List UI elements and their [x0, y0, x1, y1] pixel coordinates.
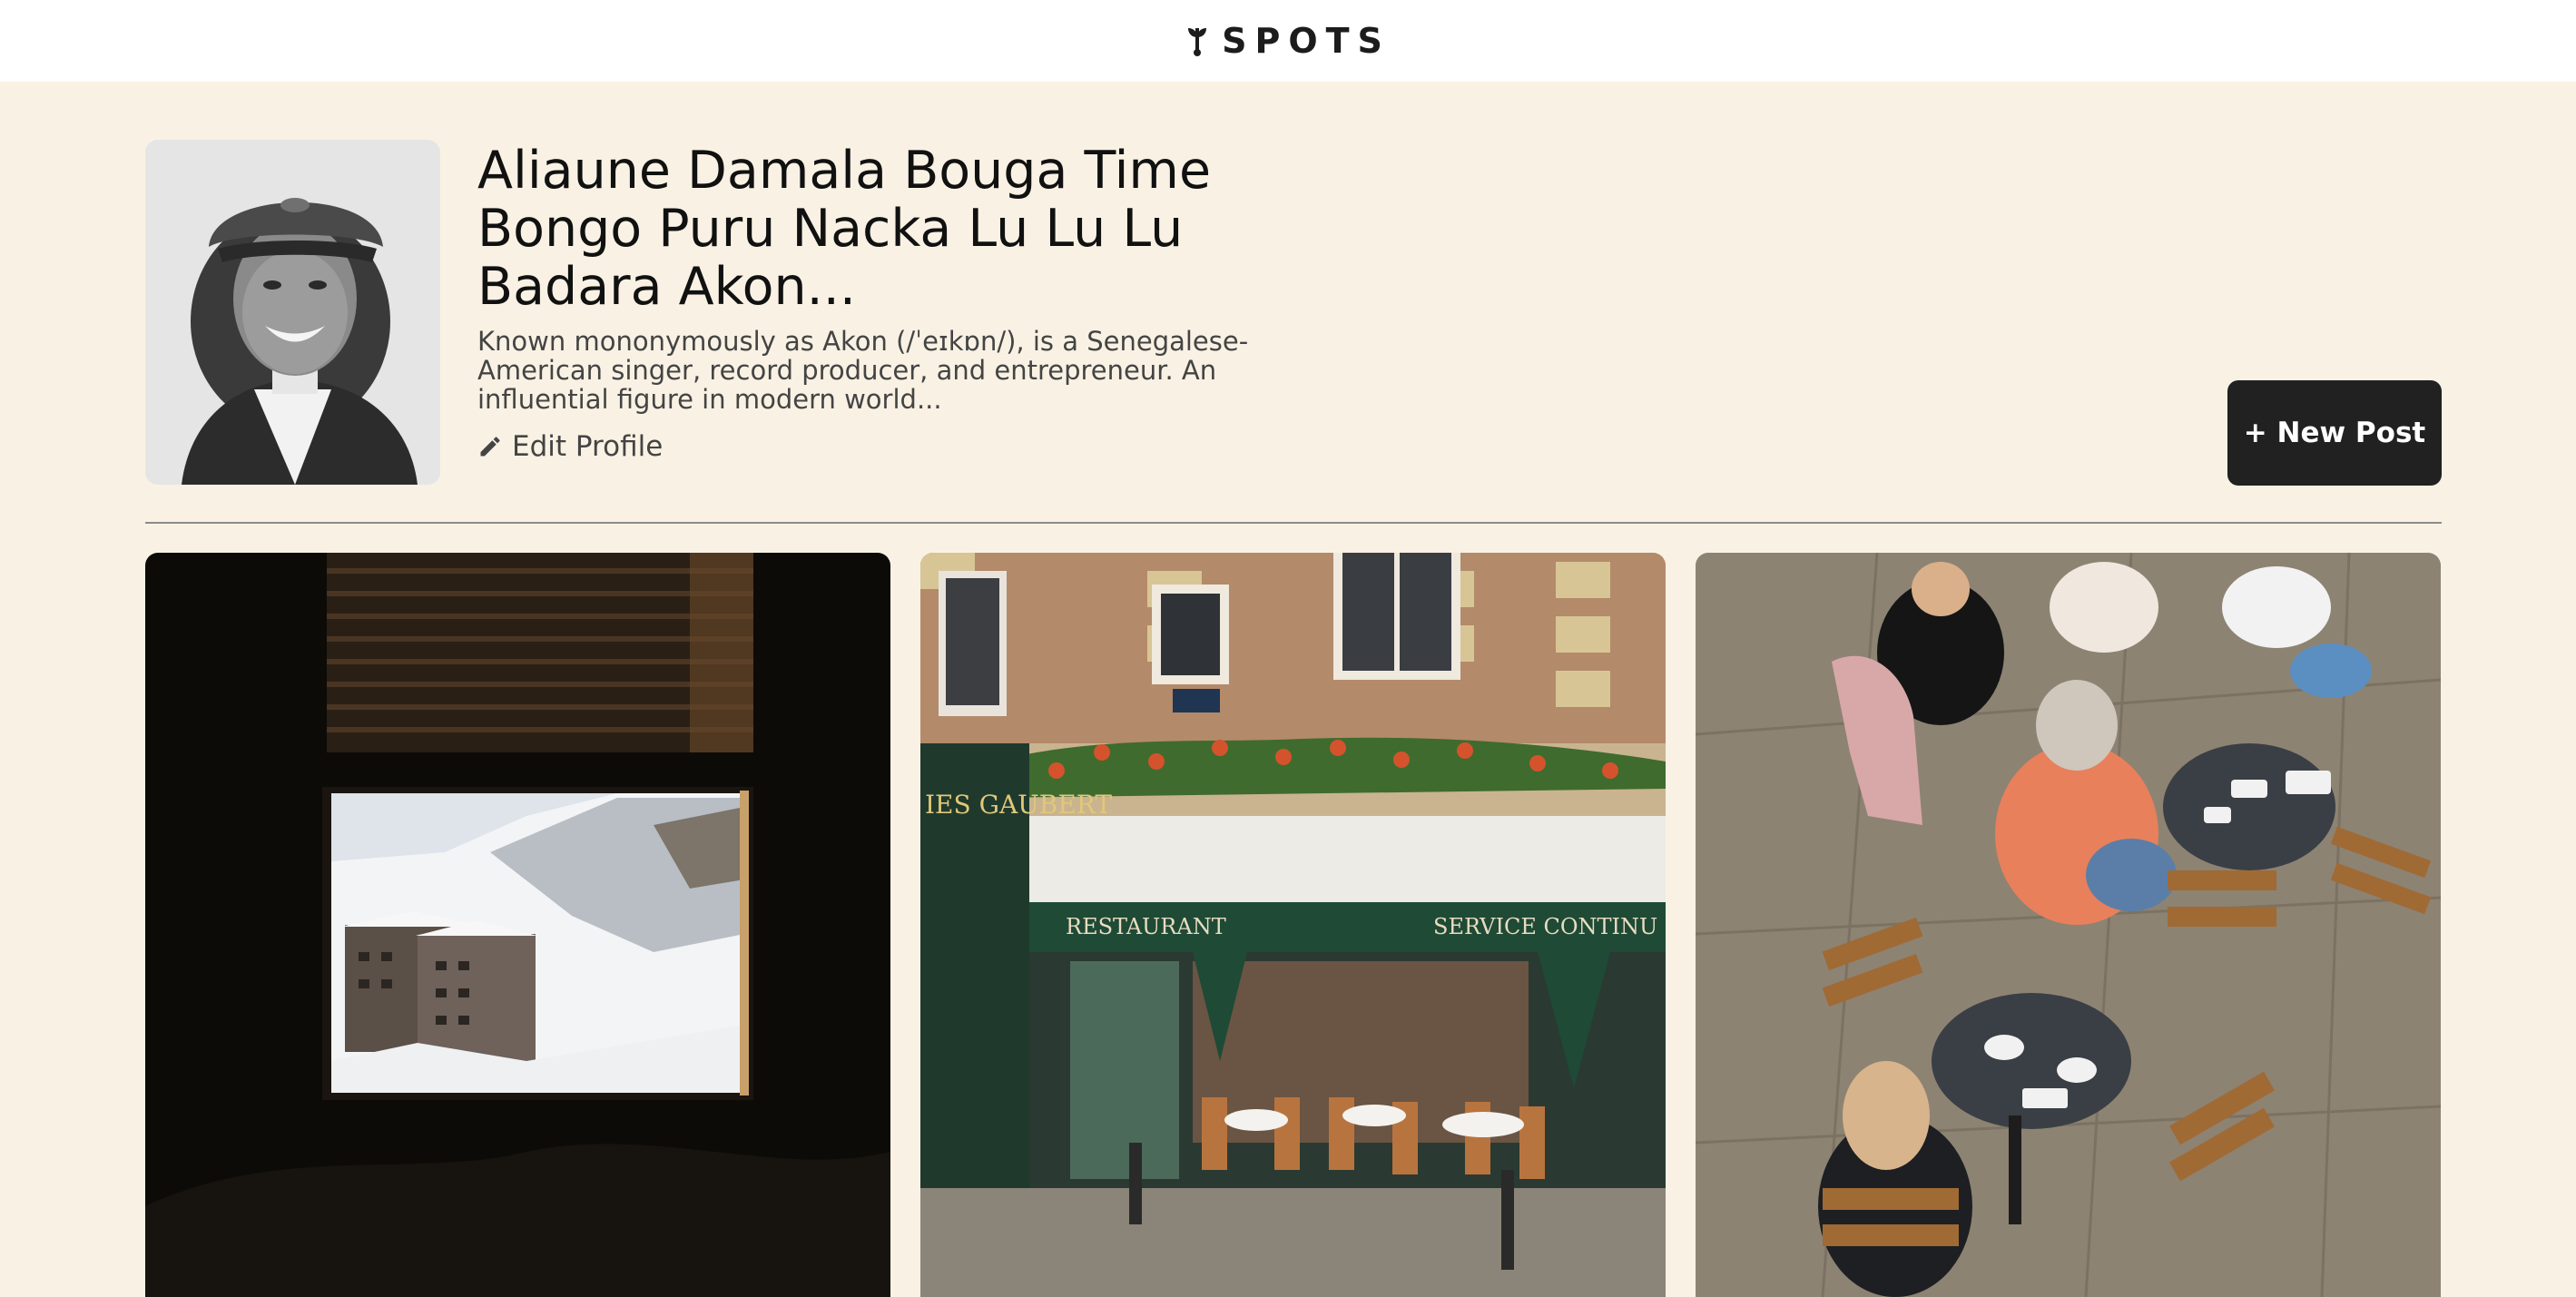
profile-photo — [145, 140, 440, 485]
logo[interactable]: SPOTS — [1185, 21, 1391, 61]
post-card[interactable] — [1696, 553, 2441, 1297]
edit-profile-button[interactable]: Edit Profile — [477, 430, 1294, 463]
pencil-icon — [480, 437, 500, 457]
logo-text: SPOTS — [1222, 21, 1391, 61]
top-bar: SPOTS — [0, 0, 2576, 82]
window-snowy-mountain-photo — [145, 553, 890, 1297]
post-grid: IES GAUBERT RESTAURANT SERVICE CONTINU — [145, 553, 2442, 1297]
profile-section: Aliaune Damala Bouga Time Bongo Puru Nac… — [145, 140, 2442, 486]
avatar — [145, 140, 440, 485]
restaurant-sign-text: RESTAURANT — [1066, 914, 1226, 939]
service-sign-text: SERVICE CONTINU — [1433, 914, 1657, 939]
post-card[interactable] — [145, 553, 890, 1297]
leaf-sprout-icon — [1188, 28, 1207, 56]
profile-name: Aliaune Damala Bouga Time Bongo Puru Nac… — [477, 141, 1212, 317]
divider — [145, 522, 2442, 524]
profile-info: Aliaune Damala Bouga Time Bongo Puru Nac… — [477, 140, 1294, 463]
outdoor-cafe-tables-photo — [1696, 553, 2441, 1297]
paris-restaurant-storefront-photo: IES GAUBERT RESTAURANT SERVICE CONTINU — [920, 553, 1666, 1297]
edit-profile-label: Edit Profile — [512, 430, 664, 463]
profile-description: Known mononymously as Akon (/ˈeɪkɒn/), i… — [477, 327, 1249, 414]
storefront-sign-text: IES GAUBERT — [925, 790, 1112, 820]
post-card[interactable]: IES GAUBERT RESTAURANT SERVICE CONTINU — [920, 553, 1666, 1297]
new-post-button[interactable]: + New Post — [2227, 380, 2442, 486]
